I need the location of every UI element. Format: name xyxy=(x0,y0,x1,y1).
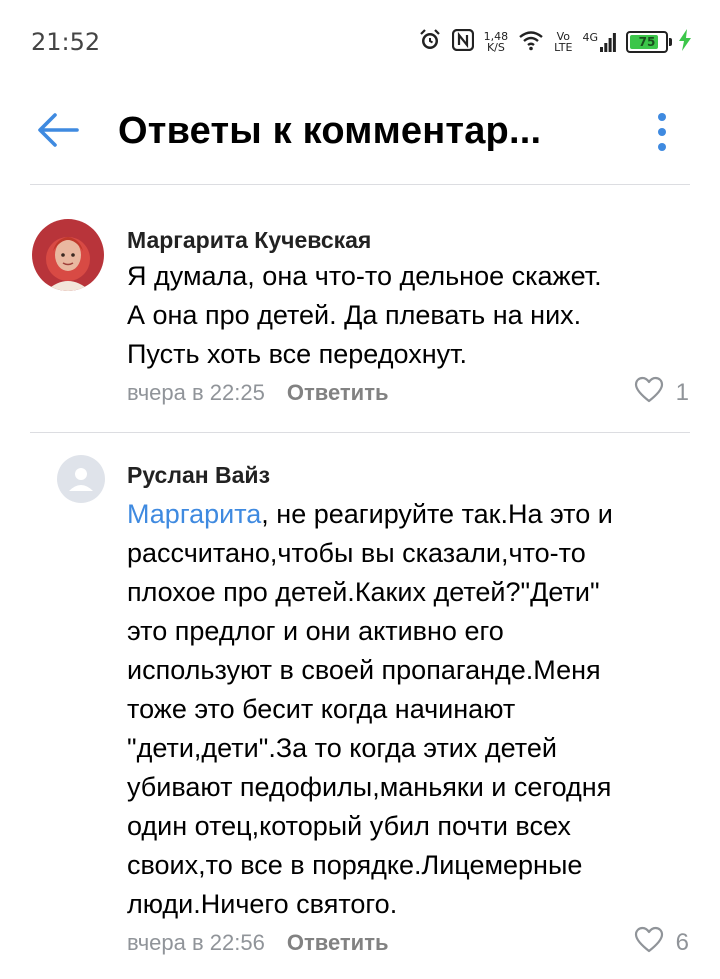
arrow-left-icon xyxy=(37,112,79,153)
more-vertical-icon-dot xyxy=(658,143,666,151)
back-button[interactable] xyxy=(34,108,82,156)
comment-line: рассчитано,чтобы вы сказали,что-то xyxy=(127,538,586,568)
page-title: Ответы к комментар... xyxy=(118,110,542,152)
comment-line: тоже это бесит когда начинают xyxy=(127,694,516,724)
status-icons: 1,48 K/S Vo LTE 4G 75 xyxy=(418,26,692,58)
comment-line: "дети,дети".За то когда этих детей xyxy=(127,733,557,763)
battery-level: 75 xyxy=(638,35,656,49)
avatar[interactable] xyxy=(32,219,104,291)
network-type: 4G xyxy=(582,31,598,44)
comment-line: Маргарита, не реагируйте так.На это и xyxy=(127,495,692,534)
like-count: 1 xyxy=(675,379,689,406)
like-button[interactable]: 6 xyxy=(634,926,689,960)
nfc-icon xyxy=(451,28,474,56)
comment-line: плохое про детей.Каких детей?"Дети" xyxy=(127,577,600,607)
comment-line: один отец,который убил почти всех xyxy=(127,811,571,841)
network-speed: 1,48 K/S xyxy=(484,31,509,53)
more-vertical-icon xyxy=(658,113,666,121)
battery-tip xyxy=(669,38,672,46)
comment-line-rest: , не реагируйте так.На это и xyxy=(261,499,613,529)
like-count: 6 xyxy=(675,929,689,956)
volte-indicator: Vo LTE xyxy=(554,31,572,53)
heart-icon xyxy=(634,376,664,410)
battery-icon: 75 xyxy=(626,31,672,53)
comment-line: А она про детей. Да плевать на них. xyxy=(127,300,582,330)
more-options-button[interactable] xyxy=(640,106,684,158)
volte-bottom: LTE xyxy=(554,41,573,54)
more-vertical-icon-dot xyxy=(658,128,666,136)
comment-line: это предлог и они активно его xyxy=(127,616,504,646)
cellular-signal-icon: 4G xyxy=(582,32,616,52)
comment-line: убивают педофилы,маньяки и сегодня xyxy=(127,772,612,802)
status-time: 21:52 xyxy=(31,28,101,56)
heart-icon xyxy=(634,926,664,960)
wifi-icon xyxy=(518,29,544,56)
status-bar: 21:52 1,48 K/S Vo LTE 4G 75 xyxy=(0,0,720,84)
comment-time: вчера в 22:25 xyxy=(127,380,265,405)
comment-author[interactable]: Руслан Вайз xyxy=(127,462,270,489)
comment: Маргарита Кучевская Я думала, она что-то… xyxy=(0,185,720,430)
comment-line: своих,то все в порядке.Лицемерные xyxy=(127,850,583,880)
comment-author[interactable]: Маргарита Кучевская xyxy=(127,227,371,254)
comment-text: Я думала, она что-то дельное скажет. А о… xyxy=(127,257,692,374)
comment-meta: вчера в 22:25 Ответить xyxy=(127,380,389,406)
mention-link[interactable]: Маргарита xyxy=(127,499,261,529)
reply-button[interactable]: Ответить xyxy=(287,930,389,955)
avatar[interactable] xyxy=(57,455,105,503)
alarm-icon xyxy=(418,28,442,57)
comment-line: люди.Ничего святого. xyxy=(127,889,398,919)
comment-meta: вчера в 22:56 Ответить xyxy=(127,930,389,956)
network-speed-unit: K/S xyxy=(486,41,505,54)
comment-line: Я думала, она что-то дельное скажет. xyxy=(127,261,602,291)
comment-line: используют в своей пропаганде.Меня xyxy=(127,655,601,685)
charging-icon xyxy=(678,28,692,56)
comment: Руслан Вайз Маргарита, не реагируйте так… xyxy=(0,433,720,979)
app-header: Ответы к комментар... xyxy=(0,84,720,184)
like-button[interactable]: 1 xyxy=(634,376,689,410)
comment-line: Пусть хоть все передохнут. xyxy=(127,339,467,369)
comment-time: вчера в 22:56 xyxy=(127,930,265,955)
comment-text: Маргарита, не реагируйте так.На это и ра… xyxy=(127,495,692,924)
reply-button[interactable]: Ответить xyxy=(287,380,389,405)
